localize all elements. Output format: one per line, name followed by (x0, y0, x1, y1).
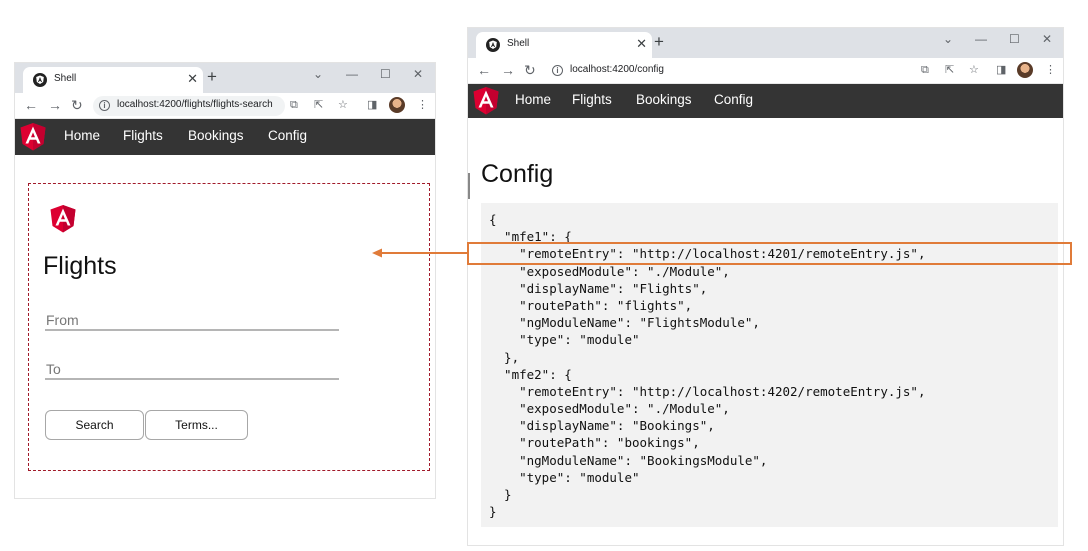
micro-frontend-container: Flights From To Search Terms... (28, 183, 430, 471)
arrow-left-icon[interactable]: ← (24, 96, 38, 114)
to-field[interactable]: To (46, 361, 61, 377)
chevron-down-icon[interactable]: ⌄ (313, 65, 323, 83)
code-line: "ngModuleName": "FlightsModule", (489, 315, 760, 331)
tab-strip: Shell ✕ + ⌄ — ☐ ✕ (15, 63, 435, 93)
minimize-icon[interactable]: — (346, 65, 358, 83)
angular-logo-icon[interactable] (19, 122, 47, 152)
code-line: "displayName": "Flights", (489, 280, 708, 296)
code-line: "routePath": "flights", (489, 297, 693, 313)
browser-toolbar: ← → ↻ i localhost:4200/flights/flights-s… (15, 93, 435, 119)
browser-toolbar: ← → ↻ i localhost:4200/config ⧉ ⇱ ☆ ◨ ⋮ (468, 58, 1063, 84)
browser-tab[interactable]: Shell ✕ (23, 67, 203, 93)
angular-logo-icon (50, 205, 76, 233)
page-title: Config (481, 160, 554, 188)
close-icon[interactable]: ✕ (1042, 30, 1052, 48)
code-line: { (489, 212, 497, 227)
code-line: "exposedModule": "./Module", (489, 401, 730, 417)
angular-favicon-icon (33, 73, 47, 87)
nav-home[interactable]: Home (515, 92, 551, 107)
code-line: } (489, 504, 497, 520)
arrow-right-icon[interactable]: → (48, 96, 62, 114)
profile-avatar[interactable] (389, 97, 405, 113)
nav-flights[interactable]: Flights (572, 92, 612, 107)
nav-flights[interactable]: Flights (123, 128, 163, 143)
code-line: "remoteEntry": "http://localhost:4202/re… (489, 383, 926, 399)
kebab-menu-icon[interactable]: ⋮ (1045, 62, 1056, 78)
url-text: localhost:4200/config (570, 64, 664, 75)
tab-close-icon[interactable]: ✕ (187, 70, 198, 88)
side-panel-icon[interactable]: ◨ (996, 62, 1006, 78)
browser-window-config: Shell ✕ + ⌄ — ☐ ✕ ← → ↻ i localhost:4200… (467, 27, 1064, 546)
scroll-mark (468, 173, 470, 199)
browser-window-flights: Shell ✕ + ⌄ — ☐ ✕ ← → ↻ i localhost:4200… (14, 62, 436, 499)
minimize-icon[interactable]: — (975, 30, 987, 48)
code-line: "exposedModule": "./Module", (489, 263, 730, 279)
star-icon[interactable]: ☆ (969, 62, 979, 78)
maximize-icon[interactable]: ☐ (380, 65, 391, 83)
code-line: "mfe2": { (489, 366, 572, 382)
translate-icon[interactable]: ⧉ (290, 97, 298, 113)
page-title: Flights (43, 252, 117, 280)
share-icon[interactable]: ⇱ (314, 97, 323, 113)
browser-tab[interactable]: Shell ✕ (476, 32, 652, 58)
code-line: "type": "module" (489, 469, 640, 485)
from-field[interactable]: From (46, 312, 79, 328)
stage: Shell ✕ + ⌄ — ☐ ✕ ← → ↻ i localhost:4200… (0, 0, 1088, 551)
info-icon[interactable]: i (99, 100, 110, 111)
reload-icon[interactable]: ↻ (71, 96, 83, 114)
code-line: } (489, 487, 512, 502)
translate-icon[interactable]: ⧉ (921, 62, 929, 78)
address-bar[interactable]: i localhost:4200/flights/flights-search (93, 96, 285, 116)
maximize-icon[interactable]: ☐ (1009, 30, 1020, 48)
code-line: }, (489, 349, 520, 365)
nav-home[interactable]: Home (64, 128, 100, 143)
chevron-down-icon[interactable]: ⌄ (943, 30, 953, 48)
arrow-left-icon (372, 248, 468, 258)
nav-bookings[interactable]: Bookings (188, 128, 244, 143)
info-icon[interactable]: i (552, 65, 563, 76)
nav-bookings[interactable]: Bookings (636, 92, 692, 107)
from-field-underline (45, 329, 339, 331)
tab-title: Shell (54, 73, 77, 84)
app-navbar: Home Flights Bookings Config (468, 84, 1063, 118)
search-button[interactable]: Search (45, 410, 144, 440)
star-icon[interactable]: ☆ (338, 97, 348, 113)
share-icon[interactable]: ⇱ (945, 62, 954, 78)
tab-close-icon[interactable]: ✕ (636, 35, 647, 53)
nav-config[interactable]: Config (714, 92, 753, 107)
app-navbar: Home Flights Bookings Config (15, 119, 435, 155)
kebab-menu-icon[interactable]: ⋮ (417, 97, 428, 113)
code-line: "ngModuleName": "BookingsModule", (489, 452, 768, 468)
terms-button[interactable]: Terms... (145, 410, 248, 440)
arrow-left-icon[interactable]: ← (477, 61, 491, 79)
close-icon[interactable]: ✕ (413, 65, 423, 83)
side-panel-icon[interactable]: ◨ (367, 97, 377, 113)
tab-strip: Shell ✕ + ⌄ — ☐ ✕ (468, 28, 1063, 58)
angular-favicon-icon (486, 38, 500, 52)
arrow-right-icon[interactable]: → (501, 61, 515, 79)
tab-title: Shell (507, 38, 530, 49)
angular-logo-icon[interactable] (472, 86, 500, 116)
nav-config[interactable]: Config (268, 128, 307, 143)
code-line: "type": "module" (489, 332, 640, 348)
url-text: localhost:4200/flights/flights-search (117, 99, 273, 110)
reload-icon[interactable]: ↻ (524, 61, 536, 79)
profile-avatar[interactable] (1017, 62, 1033, 78)
new-tab-icon[interactable]: + (654, 33, 664, 51)
to-field-underline (45, 378, 339, 380)
new-tab-icon[interactable]: + (207, 68, 217, 86)
highlight-box (467, 242, 1072, 265)
code-line: "displayName": "Bookings", (489, 418, 715, 434)
code-line: "routePath": "bookings", (489, 435, 700, 451)
